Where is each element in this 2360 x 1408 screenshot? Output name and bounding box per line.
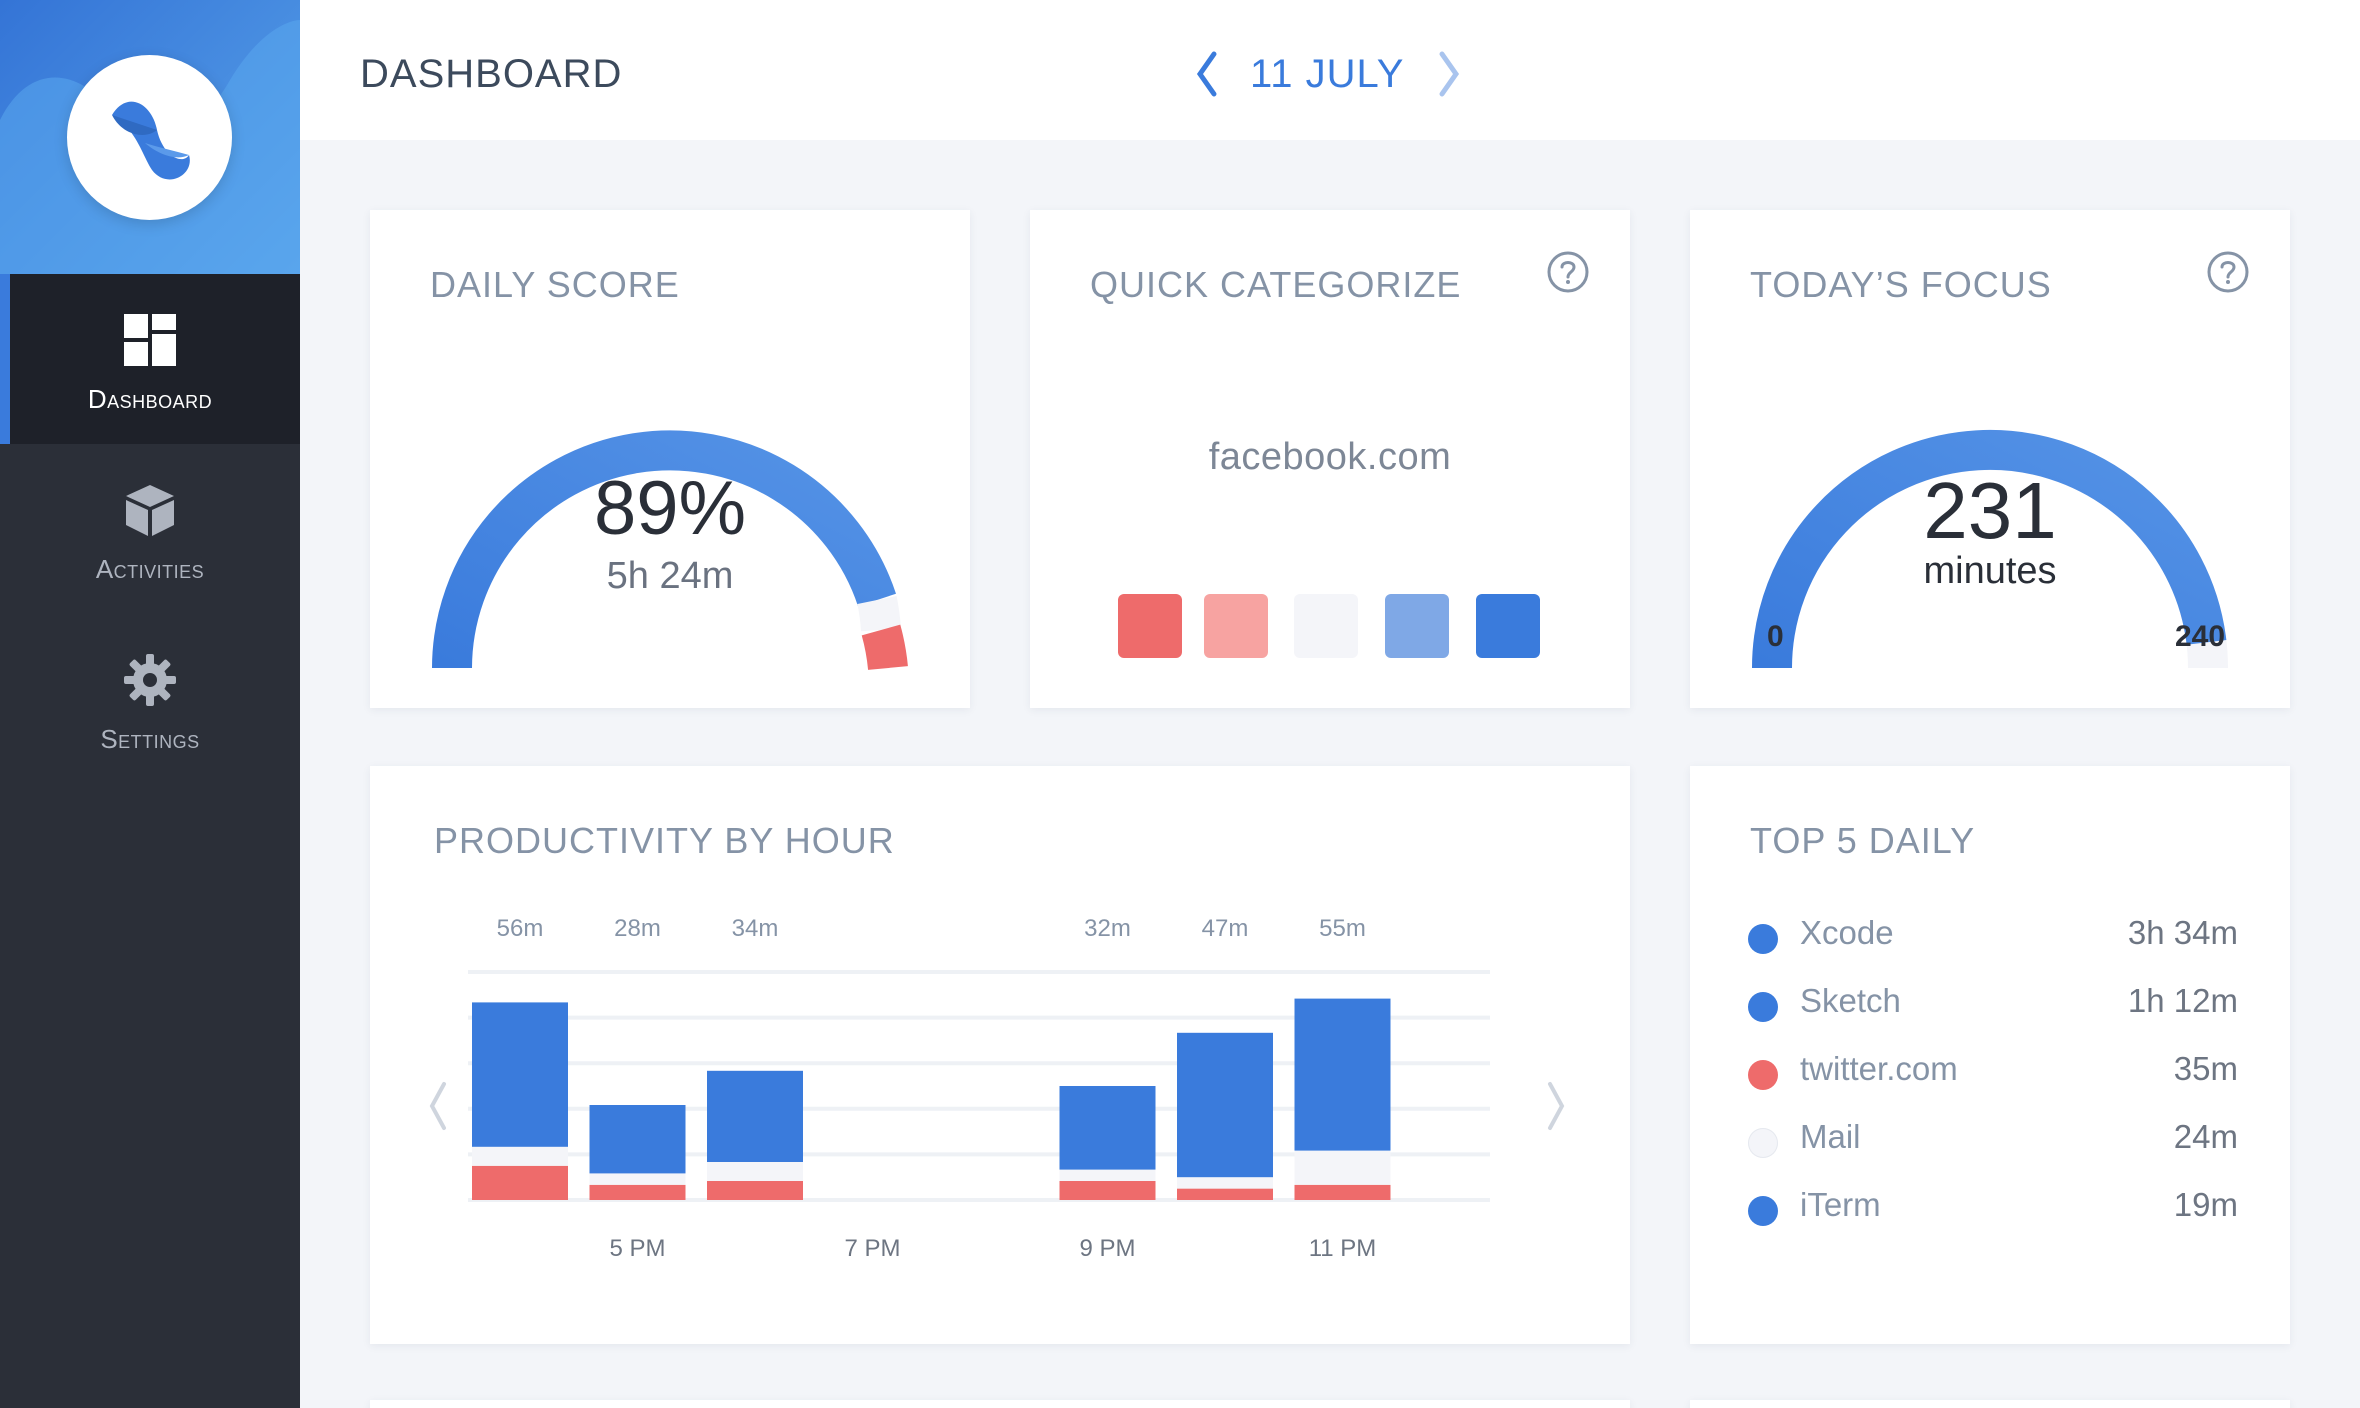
app-time: 24m	[2173, 1118, 2238, 1155]
site-to-categorize: facebook.com	[1208, 436, 1452, 478]
productivity-by-hour-card: PRODUCTIVITY BY HOUR 56m 28m 34m 32m 47m 55m 5…	[370, 766, 1630, 1344]
x-tick-label: 7 PM	[844, 1235, 900, 1262]
score-duration: 5h 24m	[606, 555, 734, 597]
gear-icon	[124, 654, 176, 706]
bar-neutral[interactable]	[707, 1162, 803, 1181]
dashboard-grid-icon	[124, 314, 176, 366]
card-title: DAILY SCORE	[430, 264, 680, 305]
list-item[interactable]: twitter.com 35m	[1748, 1044, 2238, 1094]
bar-total-label: 47m	[1202, 915, 1249, 942]
card-title: TOP 5 DAILY	[1750, 820, 1976, 861]
bar-distracting[interactable]	[1059, 1181, 1156, 1200]
category-dot	[1748, 992, 1778, 1022]
header-bar: DASHBOARD 11 JULY	[300, 0, 2360, 140]
app-name: iTerm	[1800, 1186, 1881, 1223]
bar-total-label: 56m	[497, 915, 544, 942]
bar-total-label: 34m	[732, 915, 779, 942]
gauge-neutral-arc	[857, 595, 901, 632]
x-tick-label: 9 PM	[1079, 1235, 1135, 1262]
category-dot	[1748, 1196, 1778, 1226]
category-dot	[1748, 1128, 1778, 1158]
sidebar-item-label: Settings	[100, 724, 200, 754]
todays-focus-card: TODAY’S FOCUS 231 minutes 0 240	[1690, 210, 2290, 708]
app-name: Sketch	[1800, 982, 1901, 1019]
swatch-very-distracting[interactable]	[1118, 594, 1182, 658]
bar-productive[interactable]	[1294, 998, 1391, 1151]
category-dot	[1748, 924, 1778, 954]
bar-distracting[interactable]	[589, 1184, 686, 1200]
bar-distracting[interactable]	[1294, 1184, 1391, 1200]
bar-productive[interactable]	[472, 1002, 568, 1147]
bar-total-label: 55m	[1319, 915, 1366, 942]
app-time: 3h 34m	[2127, 914, 2238, 951]
app-name: Xcode	[1800, 914, 1894, 951]
chevron-left-icon[interactable]	[1190, 50, 1224, 98]
gauge-max-label: 240	[2175, 620, 2226, 653]
sidebar-item-activities[interactable]: Activities	[0, 444, 300, 614]
focus-unit: minutes	[1923, 550, 2057, 592]
page-title: DASHBOARD	[360, 52, 623, 96]
card-title: TODAY’S FOCUS	[1750, 264, 2052, 305]
swatch-productive[interactable]	[1385, 594, 1449, 658]
help-icon[interactable]	[1546, 250, 1590, 294]
chevron-left-icon[interactable]	[429, 1082, 446, 1130]
x-tick-label: 5 PM	[609, 1235, 665, 1262]
top-5-daily-card: TOP 5 DAILY Xcode 3h 34m Sketch 1h 12m t…	[1690, 766, 2290, 1344]
app-time: 1h 12m	[2127, 982, 2238, 1019]
sidebar: Dashboard Activities Settings	[0, 0, 300, 1408]
lower-card	[370, 1400, 1630, 1408]
current-date: 11 JULY	[1250, 52, 1405, 96]
logo-area	[0, 0, 300, 274]
app-time: 19m	[2173, 1186, 2238, 1223]
bar-productive[interactable]	[1177, 1032, 1273, 1178]
help-icon[interactable]	[2206, 250, 2250, 294]
bar-neutral[interactable]	[1294, 1150, 1391, 1185]
bar-neutral[interactable]	[1177, 1177, 1273, 1189]
bar-neutral[interactable]	[589, 1173, 686, 1185]
sidebar-item-label: Activities	[95, 554, 205, 584]
app-name: Mail	[1800, 1118, 1861, 1155]
bar-total-label: 32m	[1084, 915, 1131, 942]
bar-neutral[interactable]	[1059, 1169, 1156, 1181]
app-logo[interactable]	[67, 55, 232, 220]
bar-neutral[interactable]	[472, 1146, 568, 1166]
productivity-chart: 56m 28m 34m 32m 47m 55m 5 PM 7 PM 9 PM 11 PM	[429, 915, 1565, 1262]
app-name: twitter.com	[1800, 1050, 1958, 1087]
lower-card	[1690, 1400, 2290, 1408]
box-icon	[126, 485, 174, 536]
swatch-distracting[interactable]	[1204, 594, 1268, 658]
swatch-very-productive[interactable]	[1476, 594, 1540, 658]
list-item[interactable]: Sketch 1h 12m	[1748, 976, 2238, 1026]
bar-productive[interactable]	[1059, 1086, 1156, 1170]
sidebar-item-settings[interactable]: Settings	[0, 614, 300, 784]
list-item[interactable]: iTerm 19m	[1748, 1180, 2238, 1230]
chevron-right-icon[interactable]	[1548, 1082, 1565, 1130]
x-tick-label: 11 PM	[1309, 1235, 1377, 1262]
bar-productive[interactable]	[589, 1105, 686, 1174]
bar-total-label: 28m	[614, 915, 661, 942]
bar-distracting[interactable]	[472, 1165, 568, 1200]
score-value: 89%	[593, 466, 747, 551]
app-time: 35m	[2173, 1050, 2238, 1087]
gauge-min-label: 0	[1767, 620, 1784, 653]
category-dot	[1748, 1060, 1778, 1090]
quick-categorize-card: QUICK CATEGORIZE facebook.com	[1030, 210, 1630, 708]
chevron-right-icon[interactable]	[1432, 50, 1466, 98]
bar-productive[interactable]	[707, 1070, 803, 1162]
daily-score-card: DAILY SCORE 89% 5h 24m	[370, 210, 970, 708]
card-title: QUICK CATEGORIZE	[1090, 264, 1462, 305]
sidebar-item-dashboard[interactable]: Dashboard	[0, 274, 300, 444]
sidebar-item-label: Dashboard	[87, 384, 213, 414]
bar-distracting[interactable]	[1177, 1188, 1273, 1200]
list-item[interactable]: Xcode 3h 34m	[1748, 908, 2238, 958]
list-item[interactable]: Mail 24m	[1748, 1112, 2238, 1162]
swatch-neutral[interactable]	[1294, 594, 1358, 658]
focus-value: 231	[1923, 466, 2057, 555]
hourglass-logo-icon	[112, 101, 190, 180]
bar-distracting[interactable]	[707, 1181, 803, 1200]
gauge-distracting-arc	[861, 624, 908, 671]
